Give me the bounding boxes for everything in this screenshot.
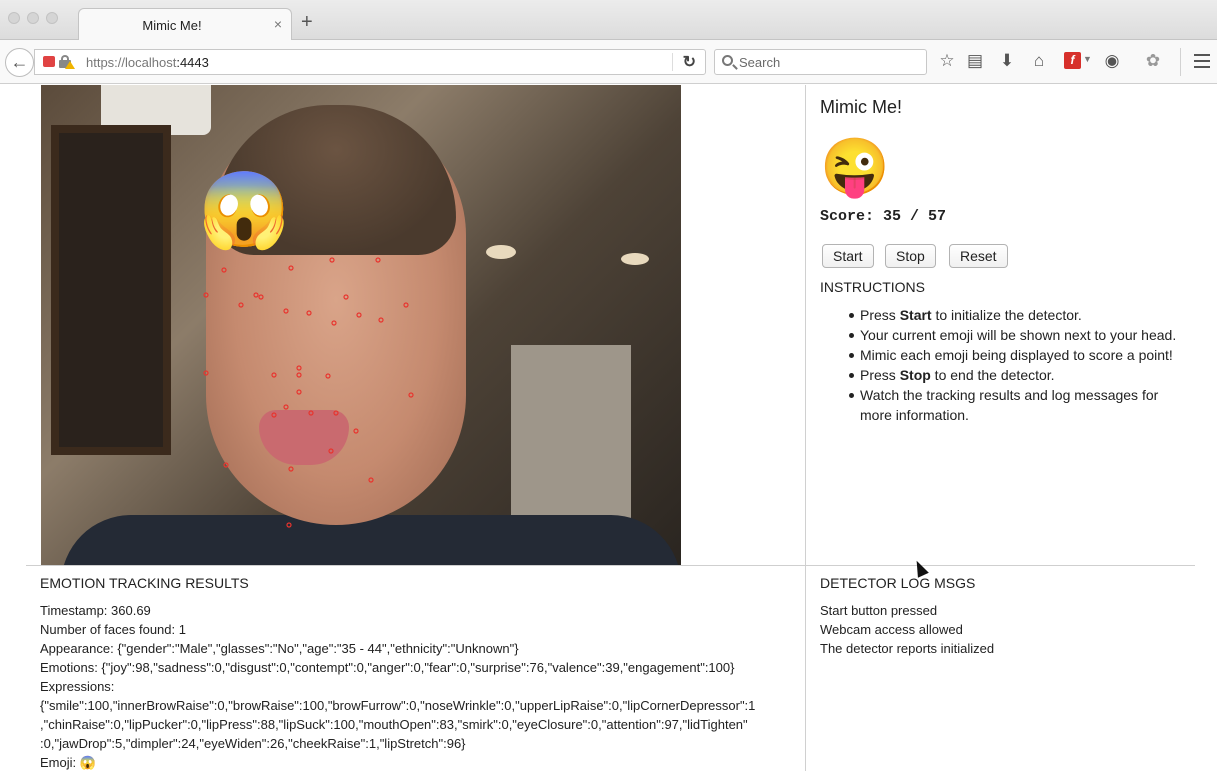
instructions-heading: INSTRUCTIONS	[820, 279, 925, 295]
tab-close-icon[interactable]: ×	[274, 16, 282, 32]
landmark-point	[288, 265, 294, 271]
home-icon[interactable]: ⌂	[1028, 50, 1050, 72]
page-content: 😱 Mimic Me! 😜 Score: 35 / 57 Start Stop …	[0, 85, 1217, 771]
landmark-point	[253, 292, 259, 298]
search-icon	[722, 55, 733, 66]
list-item: Press Start to initialize the detector.	[820, 305, 1190, 325]
window-zoom-button[interactable]	[46, 12, 58, 24]
list-item: Press Stop to end the detector.	[820, 365, 1190, 385]
landmark-point	[403, 302, 409, 308]
camera-indicator-icon[interactable]	[43, 56, 55, 67]
bookmark-star-icon[interactable]: ☆	[936, 50, 958, 72]
face-landmarks	[203, 257, 414, 528]
search-input[interactable]	[739, 53, 919, 71]
landmark-point	[375, 257, 381, 263]
lock-warning-icon[interactable]	[59, 55, 75, 69]
hamburger-menu-icon[interactable]	[1194, 54, 1210, 68]
reset-button[interactable]: Reset	[949, 244, 1008, 268]
results-faces: Number of faces found: 1	[40, 622, 186, 637]
landmark-point	[238, 302, 244, 308]
landmark-point	[329, 257, 335, 263]
new-tab-button[interactable]: +	[301, 12, 313, 32]
log-message: Start button pressed	[820, 603, 938, 618]
landmark-point	[343, 294, 349, 300]
results-expressions-label: Expressions:	[40, 679, 115, 694]
app-title: Mimic Me!	[820, 97, 902, 117]
landmark-point	[288, 466, 294, 472]
log-message: Webcam access allowed	[820, 622, 963, 637]
landmark-point	[203, 370, 209, 376]
results-expressions-line: :0,"jawDrop":5,"dimpler":24,"eyeWiden":2…	[40, 736, 466, 751]
landmark-point	[368, 477, 374, 483]
landmark-point	[221, 267, 227, 273]
list-item: Your current emoji will be shown next to…	[820, 325, 1190, 345]
target-emoji: 😜	[820, 135, 890, 198]
window-minimize-button[interactable]	[27, 12, 39, 24]
stop-button[interactable]: Stop	[885, 244, 936, 268]
emoji-overlay: 😱	[198, 168, 291, 251]
landmark-point	[296, 365, 302, 371]
landmark-point	[408, 392, 414, 398]
landmark-point	[271, 372, 277, 378]
landmark-point	[333, 410, 339, 416]
reload-icon[interactable]: ↻	[683, 52, 696, 72]
log-message: The detector reports initialized	[820, 641, 995, 656]
landmark-point	[296, 389, 302, 395]
tab-title: Mimic Me!	[142, 18, 202, 33]
landmark-point	[325, 373, 331, 379]
landmark-point	[223, 462, 229, 468]
browser-tab[interactable]: Mimic Me! ×	[78, 8, 292, 41]
landmark-point	[308, 410, 314, 416]
results-timestamp: Timestamp: 360.69	[40, 603, 151, 618]
list-item: Watch the tracking results and log messa…	[820, 385, 1190, 425]
landmark-point	[271, 412, 277, 418]
results-emotions: Emotions: {"joy":98,"sadness":0,"disgust…	[40, 660, 735, 675]
pocket-icon[interactable]: ◉	[1101, 50, 1123, 72]
results-expressions-line: {"smile":100,"innerBrowRaise":0,"browRai…	[40, 698, 756, 713]
landmark-point	[378, 317, 384, 323]
back-arrow-icon[interactable]: ←	[5, 48, 34, 77]
browser-tab-strip: Mimic Me! × +	[0, 0, 1217, 41]
landmark-point	[328, 448, 334, 454]
landmark-point	[203, 292, 209, 298]
landmark-point	[331, 320, 337, 326]
instructions-list: Press Start to initialize the detector. …	[820, 305, 1190, 425]
landmark-point	[258, 294, 264, 300]
results-appearance: Appearance: {"gender":"Male","glasses":"…	[40, 641, 519, 656]
landmark-point	[296, 372, 302, 378]
reading-list-icon[interactable]: ▤	[964, 50, 986, 72]
landmark-point	[283, 404, 289, 410]
extension-icon[interactable]: ✿	[1142, 50, 1164, 72]
landmark-point	[353, 428, 359, 434]
results-emoji: Emoji: 😱	[40, 755, 96, 770]
search-bar[interactable]	[714, 49, 927, 75]
list-item: Mimic each emoji being displayed to scor…	[820, 345, 1190, 365]
webcam-video: 😱	[41, 85, 681, 565]
results-heading: EMOTION TRACKING RESULTS	[40, 575, 249, 591]
url-text[interactable]: https://localhost:4443	[86, 55, 209, 70]
landmark-point	[286, 522, 292, 528]
results-expressions-line: ,"chinRaise":0,"lipPucker":0,"lipPress":…	[40, 717, 748, 732]
log-heading: DETECTOR LOG MSGS	[820, 575, 976, 591]
chevron-down-icon[interactable]: ▼	[1083, 54, 1092, 64]
start-button[interactable]: Start	[822, 244, 874, 268]
landmark-point	[356, 312, 362, 318]
url-bar[interactable]: https://localhost:4443 ↻	[34, 49, 706, 75]
flash-icon[interactable]: f	[1064, 52, 1081, 69]
download-icon[interactable]: ⬇	[996, 50, 1018, 72]
landmark-point	[306, 310, 312, 316]
score-display: Score: 35 / 57	[820, 208, 947, 225]
landmark-point	[283, 308, 289, 314]
window-close-button[interactable]	[8, 12, 20, 24]
